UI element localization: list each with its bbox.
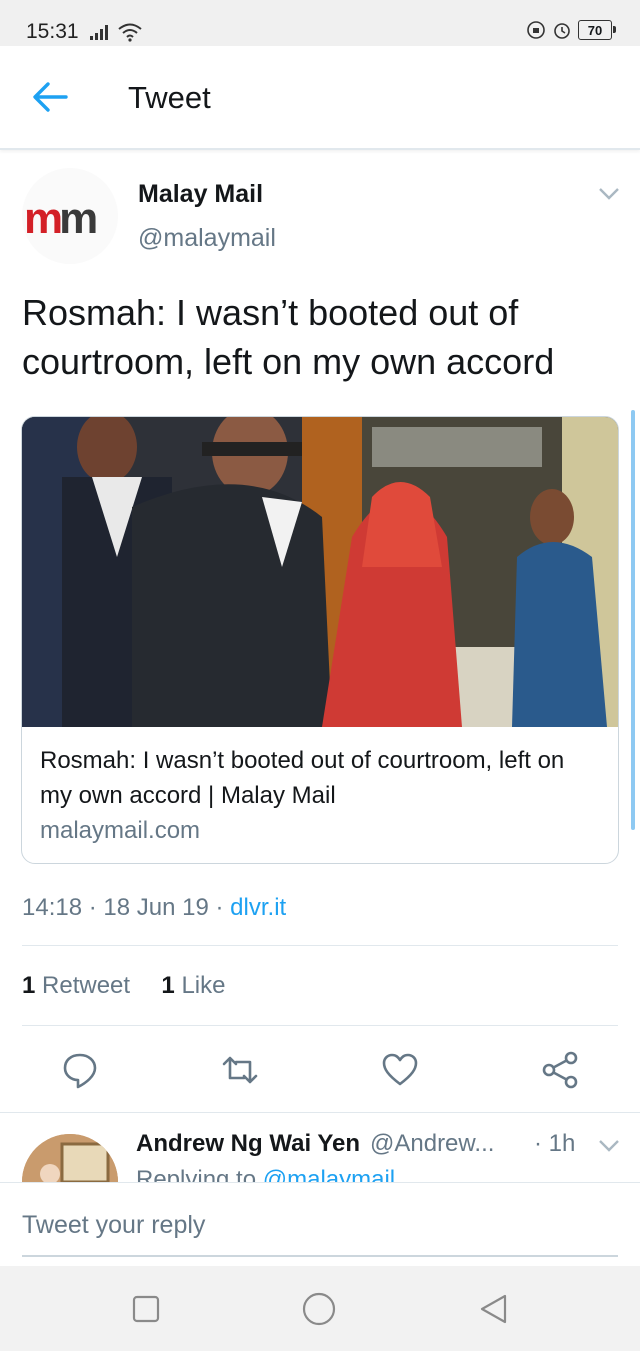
tweet-time: 14:18 bbox=[22, 894, 83, 921]
recents-icon[interactable] bbox=[132, 1295, 160, 1323]
chevron-down-icon[interactable] bbox=[598, 1138, 620, 1154]
battery-indicator: 70 bbox=[578, 20, 616, 40]
lock-rotation-icon bbox=[527, 21, 545, 39]
top-bar: Tweet bbox=[0, 46, 640, 150]
share-icon[interactable] bbox=[540, 1050, 580, 1090]
engagement-stats: 1 Retweet 1 Like bbox=[22, 972, 225, 1000]
tweet-source-link[interactable]: dlvr.it bbox=[230, 894, 286, 921]
card-title: Rosmah: I wasn’t booted out of courtroom… bbox=[40, 747, 565, 809]
divider bbox=[22, 1025, 618, 1026]
reply-author-handle[interactable]: @Andrew... bbox=[370, 1130, 494, 1158]
alarm-icon bbox=[554, 23, 570, 39]
back-nav-icon[interactable] bbox=[478, 1293, 508, 1325]
scroll-indicator bbox=[631, 410, 635, 830]
signal-icon bbox=[90, 25, 108, 40]
system-nav-bar bbox=[0, 1266, 640, 1351]
link-card[interactable]: Rosmah: I wasn’t booted out of courtroom… bbox=[21, 416, 619, 864]
back-arrow-icon[interactable] bbox=[30, 80, 70, 114]
input-underline bbox=[22, 1255, 618, 1257]
reply-composer: Tweet your reply bbox=[0, 1182, 640, 1267]
retweet-icon[interactable] bbox=[220, 1050, 260, 1090]
author-name[interactable]: Malay Mail bbox=[138, 180, 263, 209]
like-icon[interactable] bbox=[380, 1050, 420, 1090]
reply-input[interactable]: Tweet your reply bbox=[22, 1211, 205, 1240]
page-title: Tweet bbox=[128, 80, 211, 115]
replying-to: Replying to @malaymail bbox=[136, 1166, 395, 1183]
reply-time: · 1h bbox=[534, 1130, 576, 1157]
avatar-logo: mm bbox=[24, 194, 98, 243]
reply-icon[interactable] bbox=[60, 1050, 100, 1090]
replying-to-mention[interactable]: @malaymail bbox=[263, 1166, 395, 1183]
reply-author-name[interactable]: Andrew Ng Wai Yen bbox=[136, 1130, 360, 1158]
divider bbox=[22, 945, 618, 946]
card-image bbox=[22, 417, 618, 727]
divider bbox=[0, 1112, 640, 1113]
chevron-down-icon[interactable] bbox=[598, 186, 620, 202]
tweet-meta: 14:18 · 18 Jun 19 · dlvr.it bbox=[22, 894, 287, 921]
home-icon[interactable] bbox=[302, 1292, 336, 1326]
likes-stat[interactable]: 1 Like bbox=[161, 972, 225, 999]
tweet-date: 18 Jun 19 bbox=[103, 894, 209, 921]
card-domain: malaymail.com bbox=[40, 817, 201, 844]
author-handle[interactable]: @malaymail bbox=[138, 224, 276, 253]
retweets-stat[interactable]: 1 Retweet bbox=[22, 972, 130, 999]
tweet-text: Rosmah: I wasn’t booted out of courtroom… bbox=[22, 292, 555, 382]
wifi-icon bbox=[118, 23, 142, 42]
status-time: 15:31 bbox=[26, 20, 79, 43]
status-right: 70 bbox=[526, 20, 616, 40]
